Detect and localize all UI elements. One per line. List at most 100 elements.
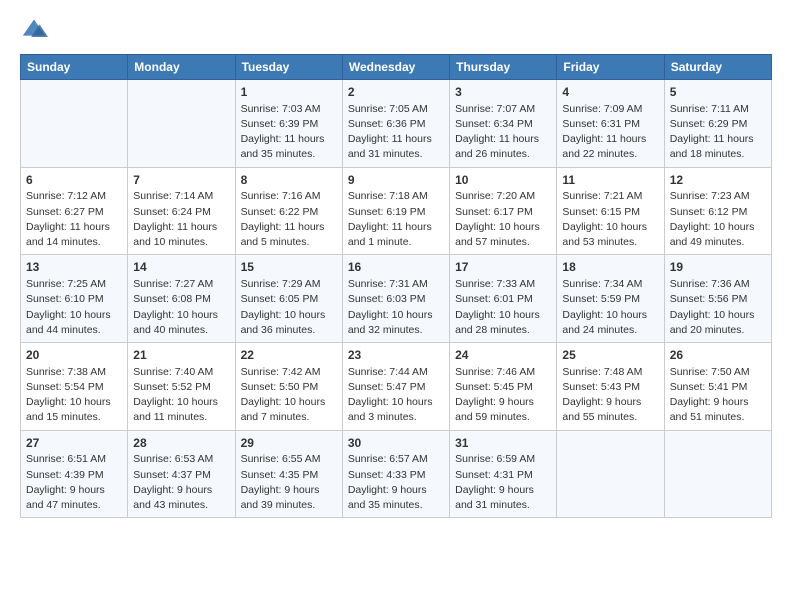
day-number: 13: [26, 259, 122, 276]
weekday-wednesday: Wednesday: [342, 55, 449, 80]
day-number: 17: [455, 259, 551, 276]
day-number: 28: [133, 435, 229, 452]
calendar-cell: 4Sunrise: 7:09 AM Sunset: 6:31 PM Daylig…: [557, 80, 664, 168]
week-row-1: 1Sunrise: 7:03 AM Sunset: 6:39 PM Daylig…: [21, 80, 772, 168]
day-info: Sunrise: 7:38 AM Sunset: 5:54 PM Dayligh…: [26, 365, 122, 426]
day-info: Sunrise: 7:31 AM Sunset: 6:03 PM Dayligh…: [348, 277, 444, 338]
calendar-cell: [128, 80, 235, 168]
weekday-saturday: Saturday: [664, 55, 771, 80]
day-number: 18: [562, 259, 658, 276]
calendar-cell: 21Sunrise: 7:40 AM Sunset: 5:52 PM Dayli…: [128, 343, 235, 431]
calendar-cell: 29Sunrise: 6:55 AM Sunset: 4:35 PM Dayli…: [235, 430, 342, 518]
day-number: 23: [348, 347, 444, 364]
day-info: Sunrise: 6:53 AM Sunset: 4:37 PM Dayligh…: [133, 452, 229, 513]
calendar-cell: 11Sunrise: 7:21 AM Sunset: 6:15 PM Dayli…: [557, 167, 664, 255]
weekday-header-row: SundayMondayTuesdayWednesdayThursdayFrid…: [21, 55, 772, 80]
day-number: 31: [455, 435, 551, 452]
calendar-cell: 3Sunrise: 7:07 AM Sunset: 6:34 PM Daylig…: [450, 80, 557, 168]
day-info: Sunrise: 7:46 AM Sunset: 5:45 PM Dayligh…: [455, 365, 551, 426]
calendar-cell: 6Sunrise: 7:12 AM Sunset: 6:27 PM Daylig…: [21, 167, 128, 255]
calendar-cell: 26Sunrise: 7:50 AM Sunset: 5:41 PM Dayli…: [664, 343, 771, 431]
day-number: 6: [26, 172, 122, 189]
calendar-cell: 19Sunrise: 7:36 AM Sunset: 5:56 PM Dayli…: [664, 255, 771, 343]
calendar-cell: 16Sunrise: 7:31 AM Sunset: 6:03 PM Dayli…: [342, 255, 449, 343]
day-info: Sunrise: 7:18 AM Sunset: 6:19 PM Dayligh…: [348, 189, 444, 250]
day-info: Sunrise: 7:07 AM Sunset: 6:34 PM Dayligh…: [455, 102, 551, 163]
day-info: Sunrise: 7:40 AM Sunset: 5:52 PM Dayligh…: [133, 365, 229, 426]
calendar-cell: 27Sunrise: 6:51 AM Sunset: 4:39 PM Dayli…: [21, 430, 128, 518]
week-row-3: 13Sunrise: 7:25 AM Sunset: 6:10 PM Dayli…: [21, 255, 772, 343]
calendar-cell: [664, 430, 771, 518]
calendar-cell: 9Sunrise: 7:18 AM Sunset: 6:19 PM Daylig…: [342, 167, 449, 255]
calendar-cell: 1Sunrise: 7:03 AM Sunset: 6:39 PM Daylig…: [235, 80, 342, 168]
day-info: Sunrise: 7:29 AM Sunset: 6:05 PM Dayligh…: [241, 277, 337, 338]
week-row-4: 20Sunrise: 7:38 AM Sunset: 5:54 PM Dayli…: [21, 343, 772, 431]
day-info: Sunrise: 7:21 AM Sunset: 6:15 PM Dayligh…: [562, 189, 658, 250]
day-info: Sunrise: 7:36 AM Sunset: 5:56 PM Dayligh…: [670, 277, 766, 338]
day-info: Sunrise: 7:03 AM Sunset: 6:39 PM Dayligh…: [241, 102, 337, 163]
day-number: 27: [26, 435, 122, 452]
day-number: 15: [241, 259, 337, 276]
day-number: 11: [562, 172, 658, 189]
day-info: Sunrise: 7:34 AM Sunset: 5:59 PM Dayligh…: [562, 277, 658, 338]
day-info: Sunrise: 7:16 AM Sunset: 6:22 PM Dayligh…: [241, 189, 337, 250]
calendar-cell: 25Sunrise: 7:48 AM Sunset: 5:43 PM Dayli…: [557, 343, 664, 431]
day-info: Sunrise: 7:20 AM Sunset: 6:17 PM Dayligh…: [455, 189, 551, 250]
day-number: 29: [241, 435, 337, 452]
day-number: 10: [455, 172, 551, 189]
calendar-table: SundayMondayTuesdayWednesdayThursdayFrid…: [20, 54, 772, 518]
calendar-cell: 13Sunrise: 7:25 AM Sunset: 6:10 PM Dayli…: [21, 255, 128, 343]
calendar-cell: 20Sunrise: 7:38 AM Sunset: 5:54 PM Dayli…: [21, 343, 128, 431]
day-number: 16: [348, 259, 444, 276]
day-number: 5: [670, 84, 766, 101]
calendar-cell: 24Sunrise: 7:46 AM Sunset: 5:45 PM Dayli…: [450, 343, 557, 431]
day-info: Sunrise: 7:14 AM Sunset: 6:24 PM Dayligh…: [133, 189, 229, 250]
day-number: 12: [670, 172, 766, 189]
day-number: 7: [133, 172, 229, 189]
day-info: Sunrise: 7:42 AM Sunset: 5:50 PM Dayligh…: [241, 365, 337, 426]
calendar-cell: 22Sunrise: 7:42 AM Sunset: 5:50 PM Dayli…: [235, 343, 342, 431]
calendar-cell: 2Sunrise: 7:05 AM Sunset: 6:36 PM Daylig…: [342, 80, 449, 168]
calendar-cell: [21, 80, 128, 168]
day-info: Sunrise: 7:12 AM Sunset: 6:27 PM Dayligh…: [26, 189, 122, 250]
day-number: 8: [241, 172, 337, 189]
day-number: 3: [455, 84, 551, 101]
logo: [20, 16, 50, 44]
day-info: Sunrise: 7:50 AM Sunset: 5:41 PM Dayligh…: [670, 365, 766, 426]
day-info: Sunrise: 7:05 AM Sunset: 6:36 PM Dayligh…: [348, 102, 444, 163]
calendar-cell: 10Sunrise: 7:20 AM Sunset: 6:17 PM Dayli…: [450, 167, 557, 255]
day-number: 20: [26, 347, 122, 364]
day-number: 26: [670, 347, 766, 364]
week-row-5: 27Sunrise: 6:51 AM Sunset: 4:39 PM Dayli…: [21, 430, 772, 518]
weekday-sunday: Sunday: [21, 55, 128, 80]
day-number: 21: [133, 347, 229, 364]
day-number: 4: [562, 84, 658, 101]
day-info: Sunrise: 6:55 AM Sunset: 4:35 PM Dayligh…: [241, 452, 337, 513]
day-number: 30: [348, 435, 444, 452]
calendar-cell: 30Sunrise: 6:57 AM Sunset: 4:33 PM Dayli…: [342, 430, 449, 518]
day-info: Sunrise: 6:57 AM Sunset: 4:33 PM Dayligh…: [348, 452, 444, 513]
calendar-page: SundayMondayTuesdayWednesdayThursdayFrid…: [0, 0, 792, 612]
day-info: Sunrise: 7:25 AM Sunset: 6:10 PM Dayligh…: [26, 277, 122, 338]
header: [20, 16, 772, 44]
calendar-cell: 7Sunrise: 7:14 AM Sunset: 6:24 PM Daylig…: [128, 167, 235, 255]
day-info: Sunrise: 6:59 AM Sunset: 4:31 PM Dayligh…: [455, 452, 551, 513]
calendar-cell: 8Sunrise: 7:16 AM Sunset: 6:22 PM Daylig…: [235, 167, 342, 255]
day-info: Sunrise: 7:44 AM Sunset: 5:47 PM Dayligh…: [348, 365, 444, 426]
day-info: Sunrise: 7:27 AM Sunset: 6:08 PM Dayligh…: [133, 277, 229, 338]
day-number: 25: [562, 347, 658, 364]
weekday-tuesday: Tuesday: [235, 55, 342, 80]
calendar-cell: 17Sunrise: 7:33 AM Sunset: 6:01 PM Dayli…: [450, 255, 557, 343]
calendar-body: 1Sunrise: 7:03 AM Sunset: 6:39 PM Daylig…: [21, 80, 772, 518]
day-info: Sunrise: 7:48 AM Sunset: 5:43 PM Dayligh…: [562, 365, 658, 426]
calendar-cell: 18Sunrise: 7:34 AM Sunset: 5:59 PM Dayli…: [557, 255, 664, 343]
calendar-cell: 5Sunrise: 7:11 AM Sunset: 6:29 PM Daylig…: [664, 80, 771, 168]
day-number: 1: [241, 84, 337, 101]
day-info: Sunrise: 7:33 AM Sunset: 6:01 PM Dayligh…: [455, 277, 551, 338]
day-info: Sunrise: 7:23 AM Sunset: 6:12 PM Dayligh…: [670, 189, 766, 250]
calendar-cell: 14Sunrise: 7:27 AM Sunset: 6:08 PM Dayli…: [128, 255, 235, 343]
calendar-cell: [557, 430, 664, 518]
weekday-monday: Monday: [128, 55, 235, 80]
calendar-cell: 12Sunrise: 7:23 AM Sunset: 6:12 PM Dayli…: [664, 167, 771, 255]
logo-icon: [20, 16, 48, 44]
